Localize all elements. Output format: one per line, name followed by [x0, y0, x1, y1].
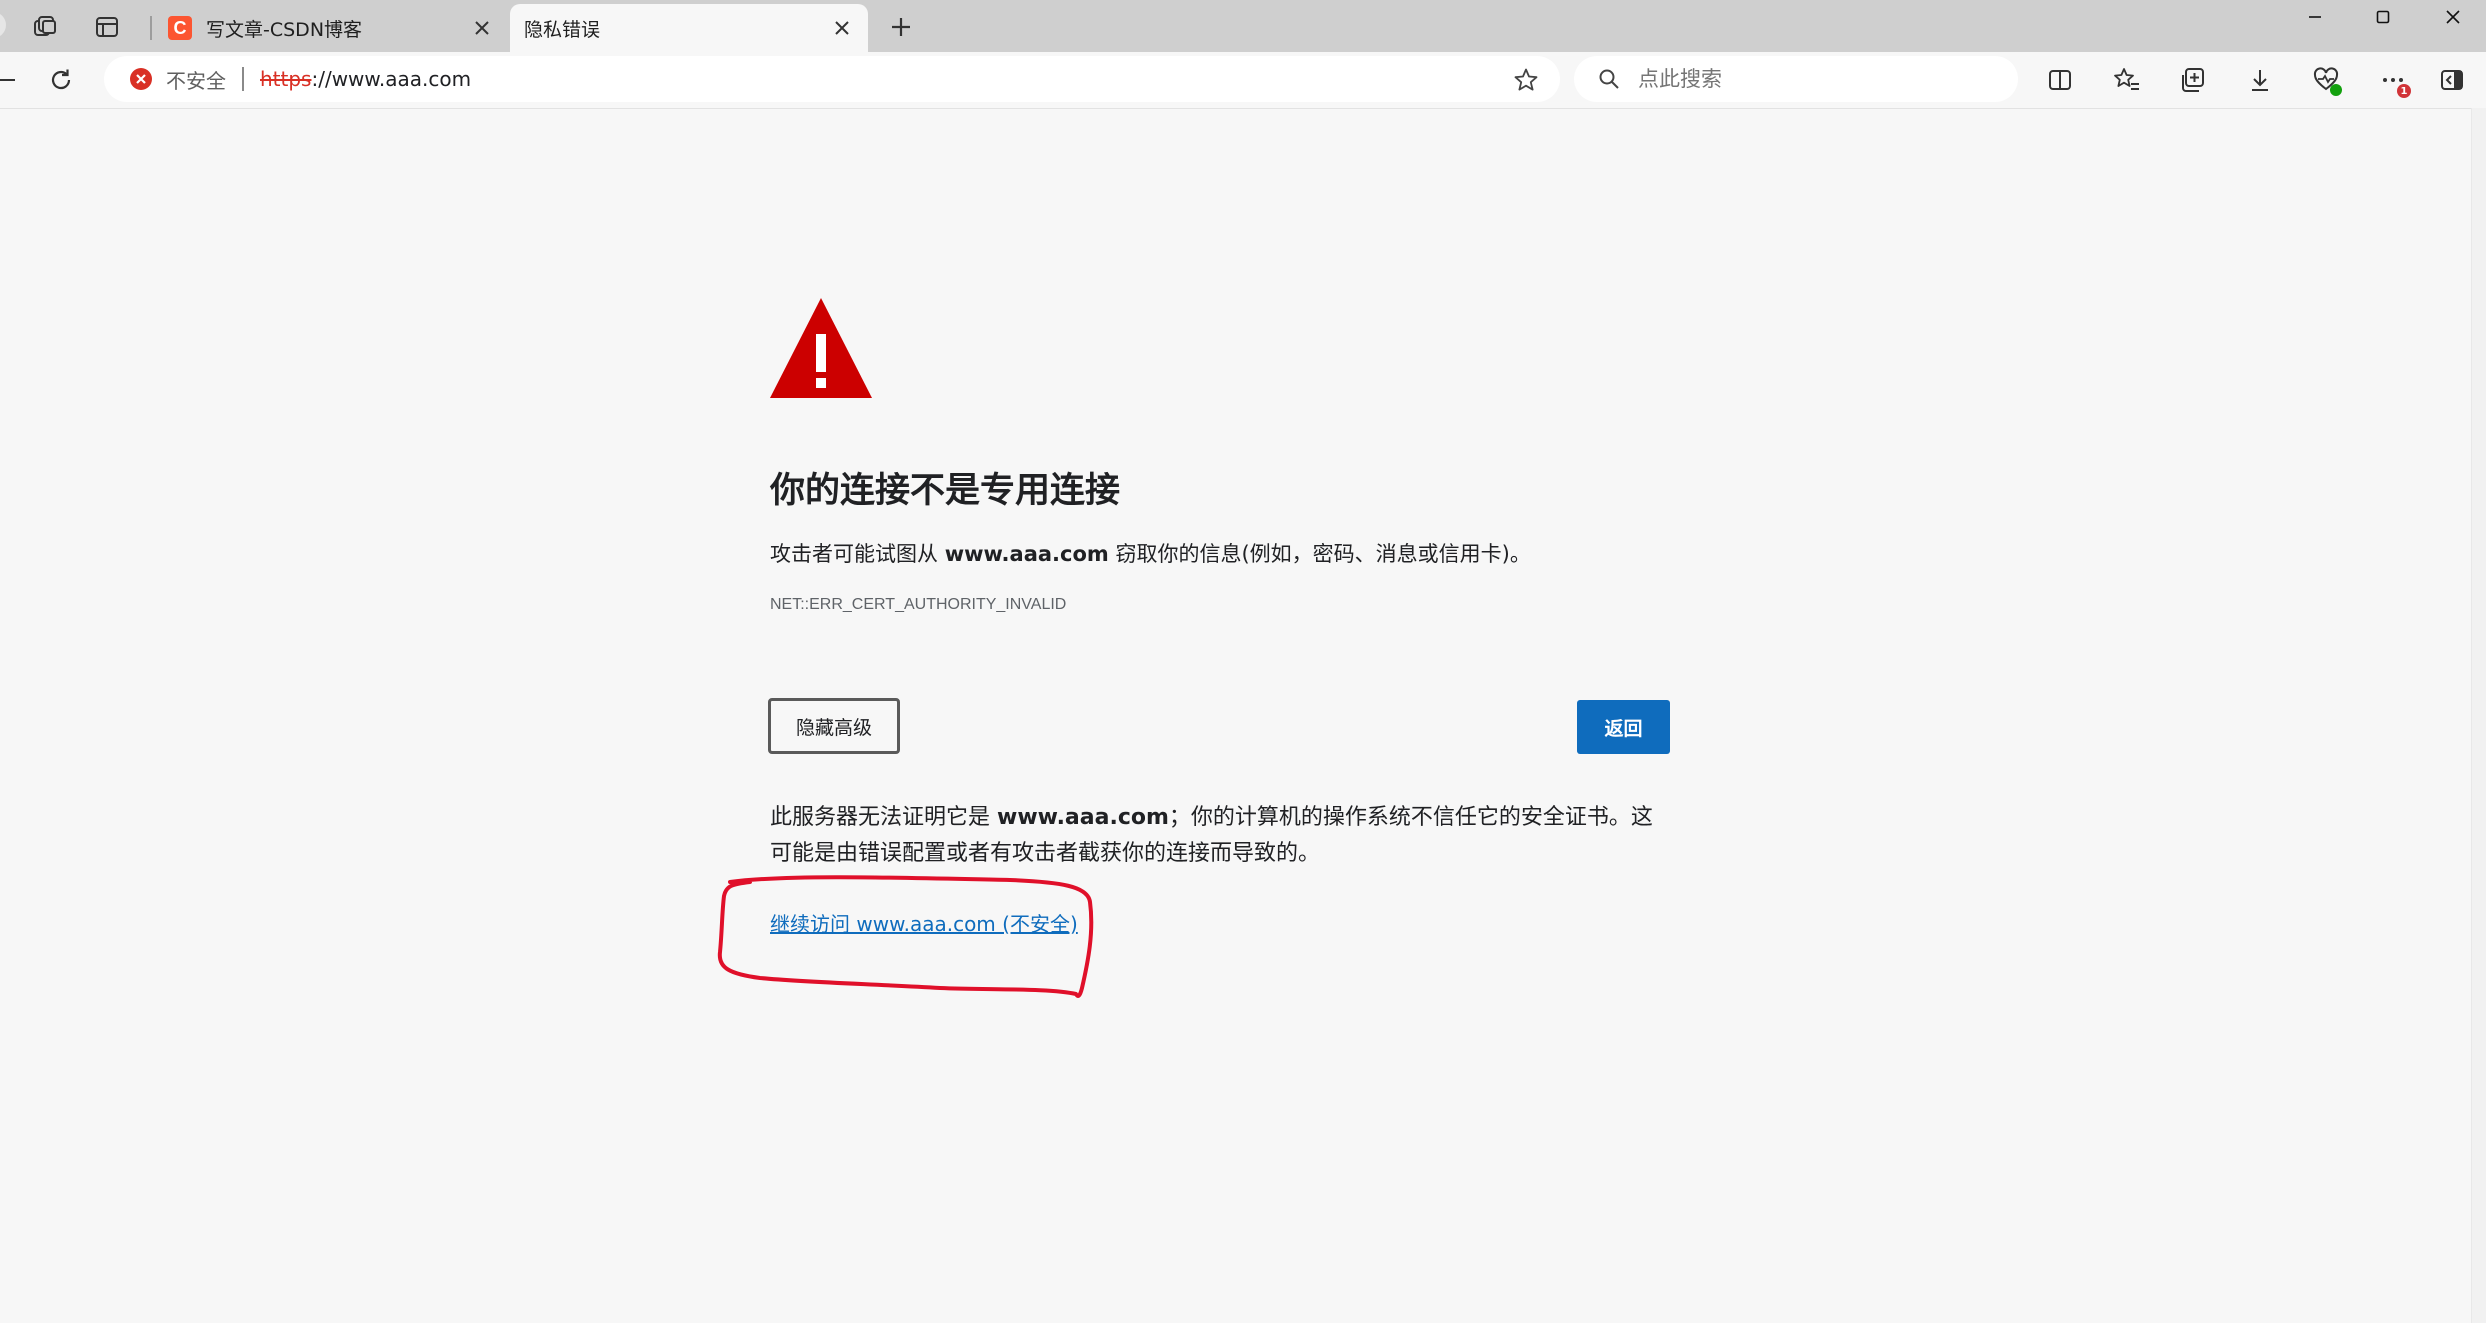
more-menu-icon[interactable]: 1: [2373, 60, 2413, 100]
back-button[interactable]: 返回: [1577, 700, 1670, 754]
close-icon[interactable]: [470, 16, 494, 40]
annotation-circle: [717, 875, 1094, 998]
not-secure-icon[interactable]: [130, 68, 152, 90]
workspaces-icon[interactable]: [30, 12, 60, 42]
split-screen-icon[interactable]: [2040, 60, 2080, 100]
sidebar-toggle-icon[interactable]: [2432, 60, 2472, 100]
favorites-icon[interactable]: [2107, 60, 2147, 100]
search-icon: [1596, 66, 1622, 92]
search-input[interactable]: [1636, 66, 2000, 92]
profile-button[interactable]: [0, 12, 6, 38]
advanced-details: 此服务器无法证明它是 www.aaa.com；你的计算机的操作系统不信任它的安全…: [770, 800, 1670, 872]
address-bar[interactable]: 不安全 https://www.aaa.com: [104, 56, 1560, 102]
address-divider: [242, 67, 244, 91]
url-host: ://www.aaa.com: [311, 67, 472, 91]
browser-essentials-icon[interactable]: [2306, 60, 2346, 100]
tab-title: 写文章-CSDN博客: [206, 18, 363, 41]
detail-host: www.aaa.com: [997, 805, 1169, 830]
tab-csdn[interactable]: C 写文章-CSDN博客: [150, 4, 508, 52]
page-title: 你的连接不是专用连接: [770, 471, 1121, 511]
csdn-favicon-icon: C: [168, 16, 192, 40]
tab-separator: [150, 16, 152, 40]
scrollbar[interactable]: [2471, 108, 2486, 1323]
error-code[interactable]: NET::ERR_CERT_AUTHORITY_INVALID: [770, 596, 1066, 614]
new-tab-button[interactable]: [884, 12, 918, 42]
toolbar: 不安全 https://www.aaa.com 1: [0, 52, 2486, 109]
url-text[interactable]: https://www.aaa.com: [260, 67, 471, 91]
collections-icon[interactable]: [2174, 60, 2214, 100]
warning-icon: [770, 298, 872, 398]
close-icon[interactable]: [830, 16, 854, 40]
desc-suffix: 窃取你的信息(例如，密码、消息或信用卡)。: [1108, 542, 1531, 566]
search-box[interactable]: [1574, 56, 2018, 102]
hide-advanced-button[interactable]: 隐藏高级: [768, 698, 900, 754]
star-icon[interactable]: [1512, 66, 1540, 94]
desc-host: www.aaa.com: [944, 542, 1109, 566]
refresh-icon[interactable]: [41, 60, 81, 100]
tab-actions-icon[interactable]: [92, 12, 122, 42]
security-label[interactable]: 不安全: [166, 65, 226, 94]
minimize-button[interactable]: [2278, 0, 2352, 34]
maximize-button[interactable]: [2346, 0, 2420, 34]
back-icon[interactable]: [0, 60, 26, 100]
tab-privacy-error[interactable]: 隐私错误: [510, 4, 868, 52]
warning-description: 攻击者可能试图从 www.aaa.com 窃取你的信息(例如，密码、消息或信用卡…: [770, 538, 1531, 568]
download-icon[interactable]: [2240, 60, 2280, 100]
notification-badge: 1: [2397, 84, 2411, 98]
window-close-button[interactable]: [2416, 0, 2486, 34]
tab-strip: C 写文章-CSDN博客 隐私错误: [0, 0, 2486, 52]
detail-prefix: 此服务器无法证明它是: [770, 805, 997, 830]
status-dot-icon: [2330, 84, 2342, 96]
desc-prefix: 攻击者可能试图从: [770, 542, 945, 566]
url-scheme: https: [260, 67, 312, 91]
tab-title: 隐私错误: [524, 18, 601, 41]
